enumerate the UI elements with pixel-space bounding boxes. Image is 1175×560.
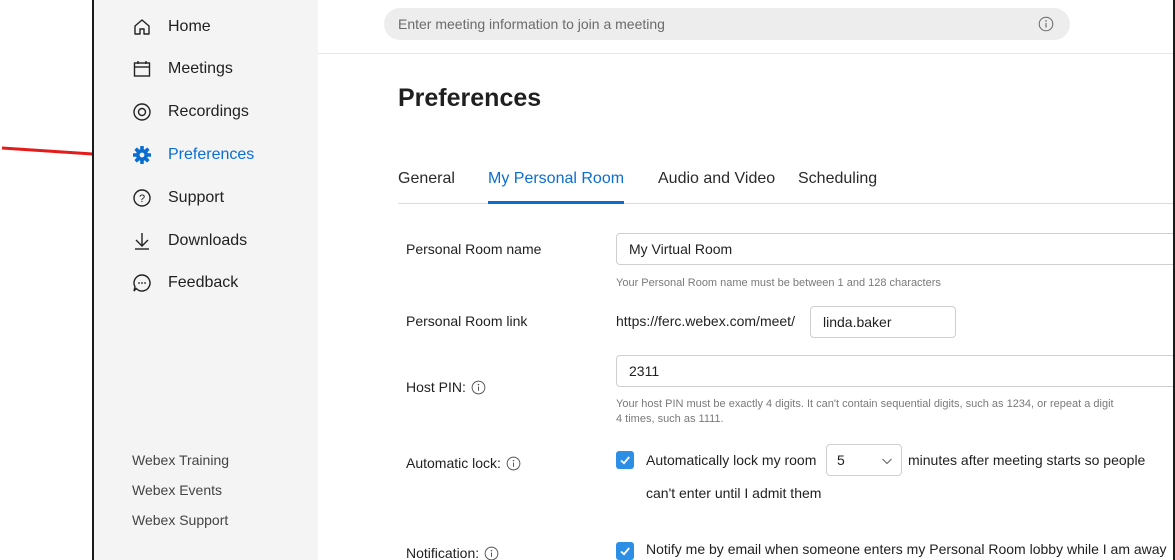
notification-text: Notify me by email when someone enters m… — [646, 541, 1167, 557]
room-name-input[interactable] — [617, 241, 1175, 257]
room-name-hint: Your Personal Room name must be between … — [616, 277, 941, 289]
sidebar-item-feedback[interactable]: Feedback — [132, 270, 238, 296]
webex-events-link[interactable]: Webex Events — [132, 482, 222, 498]
auto-lock-minutes-value: 5 — [837, 452, 845, 468]
sidebar-item-recordings[interactable]: Recordings — [132, 99, 249, 125]
host-pin-label-text: Host PIN: — [406, 379, 466, 395]
help-icon: ? — [132, 188, 152, 208]
sidebar-item-label: Feedback — [168, 274, 239, 291]
main-content: Preferences General My Personal Room Aud… — [318, 0, 1175, 560]
sidebar-item-meetings[interactable]: Meetings — [132, 56, 233, 82]
page-title: Preferences — [398, 84, 542, 112]
gear-icon — [132, 145, 152, 165]
auto-lock-text-line2: can't enter until I admit them — [646, 485, 822, 501]
chevron-down-icon — [882, 458, 892, 465]
webex-support-link[interactable]: Webex Support — [132, 512, 228, 528]
sidebar-item-label: Recordings — [168, 103, 249, 120]
room-link-label-text: Personal Room link — [406, 313, 528, 329]
checkmark-icon — [620, 456, 630, 465]
sidebar-item-home[interactable]: Home — [132, 14, 211, 40]
notification-label-text: Notification: — [406, 545, 480, 560]
sidebar-item-label: Support — [168, 189, 225, 206]
host-pin-hint-line2: 4 times, such as 1111. — [616, 413, 724, 425]
join-meeting-input[interactable] — [384, 16, 1024, 32]
room-name-label: Personal Room name — [406, 241, 541, 257]
host-pin-input[interactable] — [617, 363, 1175, 379]
tab-my-personal-room[interactable]: My Personal Room — [488, 170, 624, 188]
room-link-field — [810, 306, 956, 338]
room-link-prefix: https://ferc.webex.com/meet/ — [616, 313, 795, 329]
room-link-input[interactable] — [811, 314, 955, 330]
sidebar-item-label: Downloads — [168, 232, 248, 249]
host-pin-field — [616, 355, 1175, 387]
home-icon — [132, 17, 152, 37]
active-tab-indicator — [488, 201, 624, 204]
auto-lock-label-text: Automatic lock: — [406, 455, 501, 471]
recording-icon — [132, 102, 152, 122]
webex-training-link[interactable]: Webex Training — [132, 452, 229, 468]
outer-margin — [0, 0, 92, 560]
download-icon — [132, 231, 152, 251]
host-pin-label: Host PIN: — [406, 379, 486, 395]
tab-general[interactable]: General — [398, 170, 455, 188]
sidebar-item-support[interactable]: ? Support — [132, 185, 224, 211]
feedback-icon — [132, 273, 152, 293]
auto-lock-label: Automatic lock: — [406, 455, 521, 471]
auto-lock-text-after: minutes after meeting starts so people — [908, 452, 1146, 468]
svg-text:?: ? — [139, 193, 145, 205]
auto-lock-checkbox[interactable] — [616, 451, 634, 469]
notification-label: Notification: — [406, 545, 499, 560]
auto-lock-text-before: Automatically lock my room — [646, 452, 817, 468]
sidebar-item-preferences[interactable]: Preferences — [132, 142, 254, 168]
room-name-label-text: Personal Room name — [406, 241, 542, 257]
room-name-field — [616, 233, 1175, 265]
notification-checkbox[interactable] — [616, 542, 634, 560]
sidebar: Home Meetings Recordings Preferences ? S… — [94, 0, 318, 560]
join-meeting-search — [384, 8, 1070, 40]
info-icon[interactable] — [506, 456, 521, 471]
auto-lock-minutes-select[interactable]: 5 — [826, 444, 902, 476]
info-icon[interactable] — [484, 546, 499, 560]
sidebar-item-downloads[interactable]: Downloads — [132, 228, 247, 254]
top-bar — [318, 0, 1173, 54]
info-icon[interactable] — [1038, 16, 1054, 32]
host-pin-hint-line1: Your host PIN must be exactly 4 digits. … — [616, 398, 1114, 410]
info-icon[interactable] — [471, 380, 486, 395]
sidebar-item-label: Preferences — [168, 146, 255, 163]
tab-scheduling[interactable]: Scheduling — [798, 170, 877, 188]
checkmark-icon — [620, 547, 630, 556]
sidebar-item-label: Meetings — [168, 60, 233, 77]
room-link-label: Personal Room link — [406, 313, 527, 329]
sidebar-item-label: Home — [168, 18, 211, 35]
calendar-icon — [132, 59, 152, 79]
tab-audio-and-video[interactable]: Audio and Video — [658, 170, 775, 188]
preference-tabs: General My Personal Room Audio and Video… — [398, 164, 1173, 204]
